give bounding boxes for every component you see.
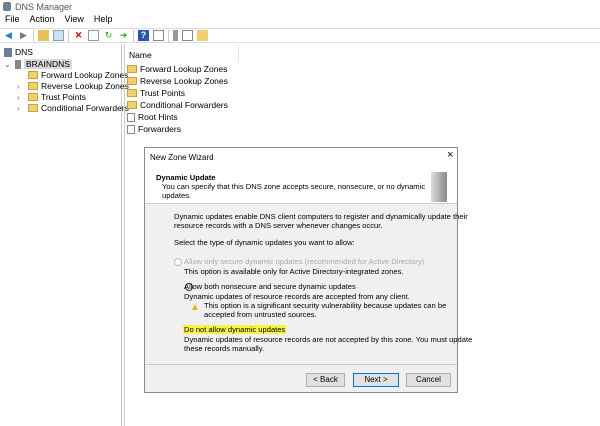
dns-icon bbox=[4, 47, 12, 57]
dns-app-icon bbox=[3, 2, 11, 11]
window-title: DNS Manager bbox=[15, 2, 73, 12]
forward-arrow-icon[interactable]: ▶ bbox=[18, 30, 29, 41]
chevron-down-icon[interactable]: ⌄ bbox=[4, 60, 12, 69]
cancel-button[interactable]: Cancel bbox=[406, 373, 451, 387]
tree-item[interactable]: › Reverse Lookup Zones bbox=[17, 81, 129, 91]
server-icon bbox=[15, 59, 21, 69]
dialog-title: New Zone Wizard bbox=[150, 153, 214, 162]
folder-icon bbox=[28, 82, 38, 90]
list-item[interactable]: Forward Lookup Zones bbox=[127, 64, 227, 74]
list-item[interactable]: Forwarders bbox=[127, 124, 181, 134]
back-arrow-icon[interactable]: ◀ bbox=[3, 30, 14, 41]
wizard-header: New Zone Wizard × Dynamic Update You can… bbox=[145, 148, 457, 204]
forwarders-icon bbox=[127, 124, 135, 134]
tree-item-dns[interactable]: DNS bbox=[4, 47, 33, 57]
menu-file[interactable]: File bbox=[0, 13, 25, 27]
folder-icon bbox=[127, 77, 137, 85]
folder-icon bbox=[127, 89, 137, 97]
folder-icon bbox=[127, 65, 137, 73]
tree-item[interactable]: Forward Lookup Zones bbox=[17, 70, 128, 80]
root-hints-icon bbox=[127, 112, 135, 122]
list-item[interactable]: Reverse Lookup Zones bbox=[127, 76, 228, 86]
chevron-right-icon[interactable]: › bbox=[17, 104, 25, 113]
export-icon[interactable]: ➜ bbox=[118, 30, 129, 41]
list-item[interactable]: Conditional Forwarders bbox=[127, 100, 228, 110]
server-icon[interactable] bbox=[173, 30, 178, 41]
title-bar: DNS Manager bbox=[0, 0, 600, 14]
warning-icon: ▲ bbox=[190, 302, 200, 313]
zone-icon[interactable] bbox=[197, 30, 208, 41]
radio-secure-only bbox=[174, 258, 182, 266]
close-icon[interactable]: × bbox=[447, 150, 453, 161]
back-button[interactable]: < Back bbox=[306, 373, 345, 387]
column-header-name[interactable]: Name bbox=[125, 44, 239, 62]
toolbar: ◀ ▶ ✕ ↻ ➜ ? bbox=[0, 28, 600, 43]
folder-icon bbox=[28, 93, 38, 101]
chevron-right-icon[interactable]: › bbox=[17, 82, 25, 91]
list-item[interactable]: Trust Points bbox=[127, 88, 185, 98]
folder-icon bbox=[127, 101, 137, 109]
tree-pane: DNS ⌄ BRAINDNS Forward Lookup Zones › Reve… bbox=[0, 44, 129, 426]
menu-bar: File Action View Help bbox=[0, 13, 600, 27]
list-item[interactable]: Root Hints bbox=[127, 112, 178, 122]
chevron-right-icon[interactable]: › bbox=[17, 93, 25, 102]
help-icon[interactable]: ? bbox=[138, 30, 149, 41]
folder-icon bbox=[28, 104, 38, 112]
refresh-icon[interactable]: ↻ bbox=[103, 30, 114, 41]
menu-view[interactable]: View bbox=[60, 13, 89, 27]
up-folder-icon[interactable] bbox=[38, 30, 49, 41]
tree-item-server[interactable]: ⌄ BRAINDNS bbox=[4, 59, 72, 69]
delete-icon[interactable]: ✕ bbox=[73, 30, 84, 41]
new-zone-wizard-dialog: New Zone Wizard × Dynamic Update You can… bbox=[144, 147, 472, 393]
menu-help[interactable]: Help bbox=[89, 13, 118, 27]
wizard-heading: Dynamic Update bbox=[156, 173, 216, 182]
next-button[interactable]: Next > bbox=[353, 373, 399, 387]
properties-icon[interactable] bbox=[88, 30, 99, 41]
tree-item[interactable]: › Trust Points bbox=[17, 92, 86, 102]
tree-item[interactable]: › Conditional Forwarders bbox=[17, 103, 129, 113]
folder-icon bbox=[28, 71, 38, 79]
server-icon bbox=[431, 172, 447, 202]
menu-action[interactable]: Action bbox=[25, 13, 60, 27]
show-tree-icon[interactable] bbox=[53, 30, 64, 41]
console-icon[interactable] bbox=[153, 30, 164, 41]
footer-divider bbox=[145, 364, 457, 365]
record-icon[interactable] bbox=[182, 30, 193, 41]
